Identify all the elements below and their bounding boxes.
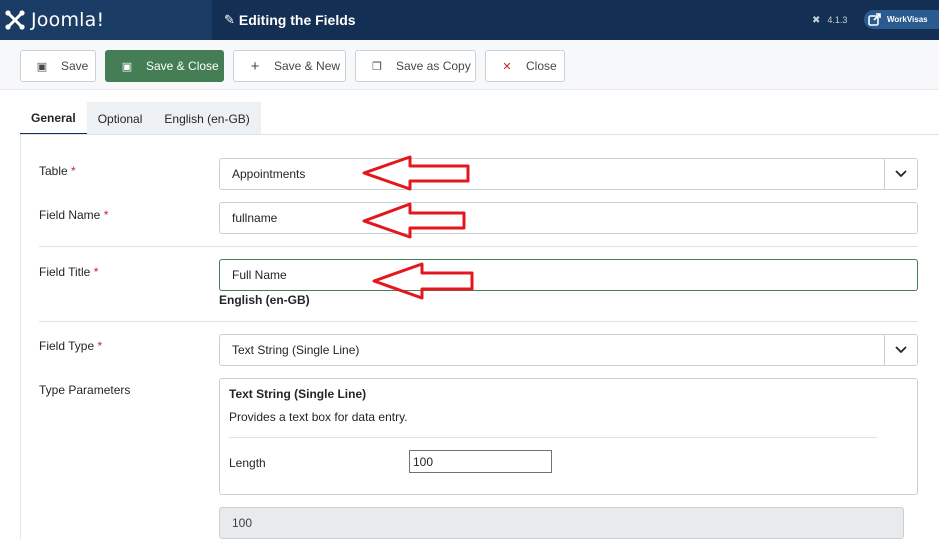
field-title-label: Field Title * <box>39 265 98 279</box>
disabled-length-field: 100 <box>219 507 904 539</box>
joomla-logo[interactable]: Joomla! <box>0 0 212 40</box>
required-mark: * <box>97 339 103 353</box>
external-link-icon <box>868 13 881 26</box>
top-header: Joomla! ✎ Editing the Fields ✖ 4.1.3 Wor… <box>0 0 939 40</box>
save-close-button[interactable]: ▣ Save & Close <box>105 50 224 82</box>
floppy-icon: ▣ <box>36 60 48 73</box>
save-close-label: Save & Close <box>146 59 219 73</box>
required-mark: * <box>103 208 109 222</box>
save-label: Save <box>61 59 89 73</box>
pencil-icon: ✎ <box>224 12 235 27</box>
type-params-divider <box>229 437 877 438</box>
page-title-text: Editing the Fields <box>238 12 356 28</box>
length-value: 100 <box>413 454 434 469</box>
length-input[interactable]: 100 <box>409 450 552 473</box>
required-mark: * <box>93 265 99 279</box>
save-new-label: Save & New <box>274 59 341 73</box>
save-copy-label: Save as Copy <box>396 59 471 73</box>
section-divider <box>39 321 918 322</box>
type-params-description: Provides a text box for data entry. <box>229 410 408 424</box>
table-label: Table * <box>39 164 76 178</box>
save-new-button[interactable]: + Save & New <box>233 50 346 82</box>
required-mark: * <box>71 164 76 178</box>
close-button[interactable]: ✕ Close <box>485 50 565 82</box>
close-icon: ✕ <box>502 60 512 73</box>
save-button[interactable]: ▣ Save <box>20 50 96 82</box>
field-title-label-text: Field Title <box>39 265 91 279</box>
field-type-select[interactable]: Text String (Single Line) <box>219 334 918 366</box>
tab-bar: General Optional English (en-GB) <box>20 102 261 135</box>
page-title: ✎ Editing the Fields <box>224 0 356 40</box>
chevron-down-icon <box>884 335 917 365</box>
site-name: WorkVisas <box>887 15 928 24</box>
version-badge: ✖ 4.1.3 <box>812 0 847 40</box>
table-select[interactable]: Appointments <box>219 158 918 190</box>
field-type-label-text: Field Type <box>39 339 95 353</box>
disabled-length-value: 100 <box>232 516 253 530</box>
annotation-arrow-icon <box>362 155 470 191</box>
joomla-small-icon: ✖ <box>812 14 821 26</box>
plus-icon: + <box>250 57 260 75</box>
floppy-icon: ▣ <box>121 60 133 73</box>
table-select-value: Appointments <box>232 167 306 181</box>
toolbar: ▣ Save ▣ Save & Close + Save & New ❐ Sav… <box>0 40 939 90</box>
copy-icon: ❐ <box>372 60 382 73</box>
type-params-box: Text String (Single Line) Provides a tex… <box>219 378 918 495</box>
field-name-label-text: Field Name <box>39 208 101 222</box>
annotation-arrow-icon <box>372 262 474 300</box>
site-link-button[interactable]: WorkVisas <box>864 10 939 29</box>
field-name-input[interactable]: fullname <box>219 202 918 234</box>
field-name-value: fullname <box>232 211 278 225</box>
joomla-logo-icon <box>5 10 25 30</box>
logo-text: Joomla! <box>31 9 105 31</box>
field-type-select-value: Text String (Single Line) <box>232 343 360 357</box>
save-copy-button[interactable]: ❐ Save as Copy <box>355 50 476 82</box>
tab-general[interactable]: General <box>20 102 87 135</box>
section-divider <box>39 246 918 247</box>
chevron-down-icon <box>884 159 917 189</box>
tab-language[interactable]: English (en-GB) <box>153 102 261 135</box>
tab-optional[interactable]: Optional <box>86 102 154 135</box>
length-label: Length <box>229 456 266 470</box>
field-title-language: English (en-GB) <box>219 293 310 307</box>
table-label-text: Table <box>39 164 68 178</box>
field-name-label: Field Name * <box>39 208 108 222</box>
type-params-title: Text String (Single Line) <box>229 387 367 401</box>
field-title-value: Full Name <box>232 268 287 282</box>
annotation-arrow-icon <box>362 202 466 239</box>
close-label: Close <box>526 59 557 73</box>
field-type-label: Field Type * <box>39 339 102 353</box>
type-params-label: Type Parameters <box>39 383 131 397</box>
field-title-input[interactable]: Full Name <box>219 259 918 291</box>
version-text: 4.1.3 <box>827 15 848 25</box>
